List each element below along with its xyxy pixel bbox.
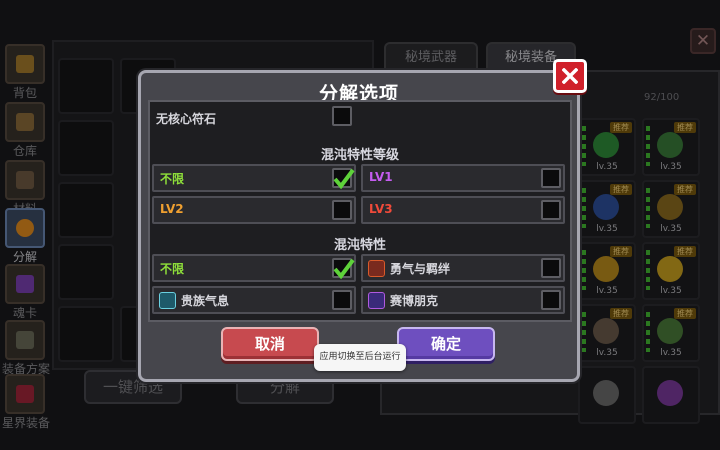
level-lv2-checkbox[interactable] — [332, 200, 352, 220]
trait-cyberpunk-checkbox[interactable] — [541, 290, 561, 310]
section-title-trait-level: 混沌特性等级 — [320, 148, 399, 163]
option-row-no-core-rune[interactable]: 无核心符石 — [148, 104, 352, 132]
cancel-button[interactable]: 取消 — [221, 327, 319, 361]
checkmark-icon — [333, 258, 355, 280]
system-toast: 应用切换至后台运行 — [314, 344, 406, 371]
level-lv3-checkbox[interactable] — [541, 200, 561, 220]
trait-unlimited-checkbox[interactable] — [332, 258, 355, 280]
option-label: LV1 — [369, 170, 393, 184]
no-core-rune-checkbox[interactable] — [332, 106, 352, 126]
option-label: 赛博朋克 — [390, 294, 439, 308]
option-level-lv1[interactable]: LV1 — [361, 164, 565, 192]
courage-bond-icon — [368, 260, 385, 277]
option-label: 不限 — [160, 172, 185, 186]
option-level-unlimited[interactable]: 不限 — [152, 164, 356, 192]
checkmark-icon — [333, 168, 355, 190]
option-label: LV3 — [369, 202, 393, 216]
trait-noble-aura-checkbox[interactable] — [332, 290, 352, 310]
option-level-lv2[interactable]: LV2 — [152, 196, 356, 224]
dialog-close-button[interactable] — [553, 59, 587, 93]
level-lv1-checkbox[interactable] — [541, 168, 561, 188]
level-unlimited-checkbox[interactable] — [332, 168, 355, 190]
option-trait-courage-bond[interactable]: 勇气与羁绊 — [361, 254, 565, 282]
option-trait-noble-aura[interactable]: 贵族气息 — [152, 286, 356, 314]
option-label: 贵族气息 — [181, 294, 230, 308]
option-trait-unlimited[interactable]: 不限 — [152, 254, 356, 282]
confirm-button[interactable]: 确定 — [397, 327, 495, 361]
option-trait-cyberpunk[interactable]: 赛博朋克 — [361, 286, 565, 314]
close-icon — [562, 68, 578, 84]
section-title-trait: 混沌特性 — [333, 238, 386, 253]
trait-courage-bond-checkbox[interactable] — [541, 258, 561, 278]
cyberpunk-icon — [368, 292, 385, 309]
option-label: 不限 — [160, 262, 185, 276]
option-level-lv3[interactable]: LV3 — [361, 196, 565, 224]
option-label: 勇气与羁绊 — [390, 262, 451, 276]
option-label: 无核心符石 — [156, 112, 217, 126]
noble-aura-icon — [159, 292, 176, 309]
option-label: LV2 — [160, 202, 184, 216]
